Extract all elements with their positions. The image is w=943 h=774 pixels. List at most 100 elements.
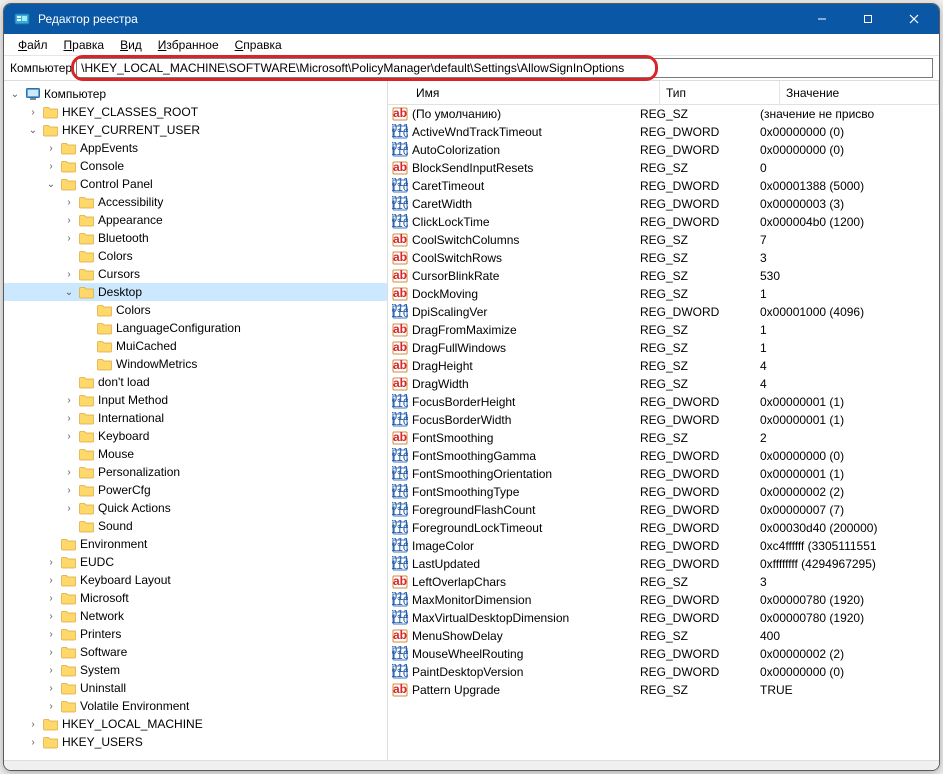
chevron-down-icon[interactable]: ⌄ <box>62 287 76 298</box>
menu-справка[interactable]: Справка <box>227 36 290 54</box>
value-row[interactable]: abLeftOverlapCharsREG_SZ3 <box>388 573 939 591</box>
value-row[interactable]: abCoolSwitchColumnsREG_SZ7 <box>388 231 939 249</box>
value-row[interactable]: 011110MouseWheelRoutingREG_DWORD0x000000… <box>388 645 939 663</box>
menu-избранное[interactable]: Избранное <box>150 36 227 54</box>
menu-файл[interactable]: Файл <box>10 36 56 54</box>
value-row[interactable]: abDragFromMaximizeREG_SZ1 <box>388 321 939 339</box>
chevron-right-icon[interactable]: › <box>62 413 76 424</box>
tree-item[interactable]: ›Console <box>4 157 387 175</box>
tree-item[interactable]: ›HKEY_USERS <box>4 733 387 751</box>
chevron-right-icon[interactable]: › <box>62 233 76 244</box>
chevron-right-icon[interactable]: › <box>44 665 58 676</box>
titlebar[interactable]: Редактор реестра <box>4 4 939 34</box>
chevron-right-icon[interactable]: › <box>44 683 58 694</box>
tree-item[interactable]: ›MuiCached <box>4 337 387 355</box>
value-row[interactable]: 011110DpiScalingVerREG_DWORD0x00001000 (… <box>388 303 939 321</box>
value-row[interactable]: abPattern UpgradeREG_SZTRUE <box>388 681 939 699</box>
chevron-right-icon[interactable]: › <box>44 161 58 172</box>
value-row[interactable]: 011110ForegroundFlashCountREG_DWORD0x000… <box>388 501 939 519</box>
tree-item[interactable]: ›Accessibility <box>4 193 387 211</box>
tree-item[interactable]: ›International <box>4 409 387 427</box>
tree-item[interactable]: ›Network <box>4 607 387 625</box>
value-row[interactable]: abDragWidthREG_SZ4 <box>388 375 939 393</box>
value-row[interactable]: 011110CaretTimeoutREG_DWORD0x00001388 (5… <box>388 177 939 195</box>
tree-item[interactable]: ›Keyboard Layout <box>4 571 387 589</box>
tree-item[interactable]: ›Volatile Environment <box>4 697 387 715</box>
tree-item[interactable]: ›LanguageConfiguration <box>4 319 387 337</box>
value-row[interactable]: 011110FocusBorderWidthREG_DWORD0x0000000… <box>388 411 939 429</box>
chevron-right-icon[interactable]: › <box>44 629 58 640</box>
value-row[interactable]: abDockMovingREG_SZ1 <box>388 285 939 303</box>
menu-правка[interactable]: Правка <box>56 36 113 54</box>
close-button[interactable] <box>891 4 937 34</box>
tree-item[interactable]: ›EUDC <box>4 553 387 571</box>
value-row[interactable]: abFontSmoothingREG_SZ2 <box>388 429 939 447</box>
tree-item[interactable]: ›Input Method <box>4 391 387 409</box>
column-headers[interactable]: Имя Тип Значение <box>388 81 939 105</box>
value-row[interactable]: 011110LastUpdatedREG_DWORD0xffffffff (42… <box>388 555 939 573</box>
tree-item[interactable]: ›PowerCfg <box>4 481 387 499</box>
tree-item[interactable]: ›Colors <box>4 301 387 319</box>
value-row[interactable]: 011110CaretWidthREG_DWORD0x00000003 (3) <box>388 195 939 213</box>
chevron-right-icon[interactable]: › <box>62 503 76 514</box>
tree-item[interactable]: ›Uninstall <box>4 679 387 697</box>
tree-item[interactable]: ›Colors <box>4 247 387 265</box>
value-row[interactable]: 011110MaxMonitorDimensionREG_DWORD0x0000… <box>388 591 939 609</box>
value-row[interactable]: 011110FontSmoothingTypeREG_DWORD0x000000… <box>388 483 939 501</box>
value-row[interactable]: 011110FontSmoothingOrientationREG_DWORD0… <box>388 465 939 483</box>
chevron-down-icon[interactable]: ⌄ <box>8 89 22 100</box>
chevron-right-icon[interactable]: › <box>26 107 40 118</box>
col-value[interactable]: Значение <box>780 81 939 104</box>
chevron-right-icon[interactable]: › <box>26 737 40 748</box>
chevron-right-icon[interactable]: › <box>62 485 76 496</box>
value-row[interactable]: abBlockSendInputResetsREG_SZ0 <box>388 159 939 177</box>
tree-item[interactable]: ›System <box>4 661 387 679</box>
chevron-down-icon[interactable]: ⌄ <box>44 179 58 190</box>
value-row[interactable]: 011110ActiveWndTrackTimeoutREG_DWORD0x00… <box>388 123 939 141</box>
tree-item[interactable]: ›Sound <box>4 517 387 535</box>
tree-item[interactable]: ›Personalization <box>4 463 387 481</box>
tree-item[interactable]: ›WindowMetrics <box>4 355 387 373</box>
address-input[interactable] <box>76 58 933 78</box>
col-name[interactable]: Имя <box>388 81 660 104</box>
tree-item[interactable]: ›Microsoft <box>4 589 387 607</box>
chevron-right-icon[interactable]: › <box>62 467 76 478</box>
tree-item[interactable]: ›Bluetooth <box>4 229 387 247</box>
tree-item[interactable]: ⌄Control Panel <box>4 175 387 193</box>
tree-item[interactable]: ›Cursors <box>4 265 387 283</box>
value-row[interactable]: ab(По умолчанию)REG_SZ(значение не присв… <box>388 105 939 123</box>
minimize-button[interactable] <box>799 4 845 34</box>
value-row[interactable]: abDragFullWindowsREG_SZ1 <box>388 339 939 357</box>
chevron-right-icon[interactable]: › <box>26 719 40 730</box>
value-row[interactable]: abCursorBlinkRateREG_SZ530 <box>388 267 939 285</box>
tree-item[interactable]: ›Software <box>4 643 387 661</box>
value-row[interactable]: 011110FontSmoothingGammaREG_DWORD0x00000… <box>388 447 939 465</box>
chevron-right-icon[interactable]: › <box>62 215 76 226</box>
tree-item[interactable]: ›Keyboard <box>4 427 387 445</box>
col-type[interactable]: Тип <box>660 81 780 104</box>
chevron-right-icon[interactable]: › <box>62 269 76 280</box>
value-row[interactable]: abCoolSwitchRowsREG_SZ3 <box>388 249 939 267</box>
tree-item[interactable]: ⌄Компьютер <box>4 85 387 103</box>
chevron-right-icon[interactable]: › <box>62 431 76 442</box>
tree-item[interactable]: ⌄HKEY_CURRENT_USER <box>4 121 387 139</box>
tree-item[interactable]: ›Mouse <box>4 445 387 463</box>
menu-вид[interactable]: Вид <box>112 36 150 54</box>
tree-item[interactable]: ›AppEvents <box>4 139 387 157</box>
chevron-right-icon[interactable]: › <box>62 395 76 406</box>
tree-item[interactable]: ›Quick Actions <box>4 499 387 517</box>
value-row[interactable]: 011110ClickLockTimeREG_DWORD0x000004b0 (… <box>388 213 939 231</box>
value-row[interactable]: 011110FocusBorderHeightREG_DWORD0x000000… <box>388 393 939 411</box>
chevron-right-icon[interactable]: › <box>62 197 76 208</box>
tree-item[interactable]: ›Printers <box>4 625 387 643</box>
tree-item[interactable]: ›Environment <box>4 535 387 553</box>
tree-item[interactable]: ›don't load <box>4 373 387 391</box>
value-row[interactable]: 011110MaxVirtualDesktopDimensionREG_DWOR… <box>388 609 939 627</box>
value-row[interactable]: 011110AutoColorizationREG_DWORD0x0000000… <box>388 141 939 159</box>
tree-pane[interactable]: ⌄Компьютер›HKEY_CLASSES_ROOT⌄HKEY_CURREN… <box>4 81 388 760</box>
maximize-button[interactable] <box>845 4 891 34</box>
tree-item[interactable]: ⌄Desktop <box>4 283 387 301</box>
chevron-right-icon[interactable]: › <box>44 575 58 586</box>
chevron-right-icon[interactable]: › <box>44 647 58 658</box>
tree-item[interactable]: ›HKEY_CLASSES_ROOT <box>4 103 387 121</box>
